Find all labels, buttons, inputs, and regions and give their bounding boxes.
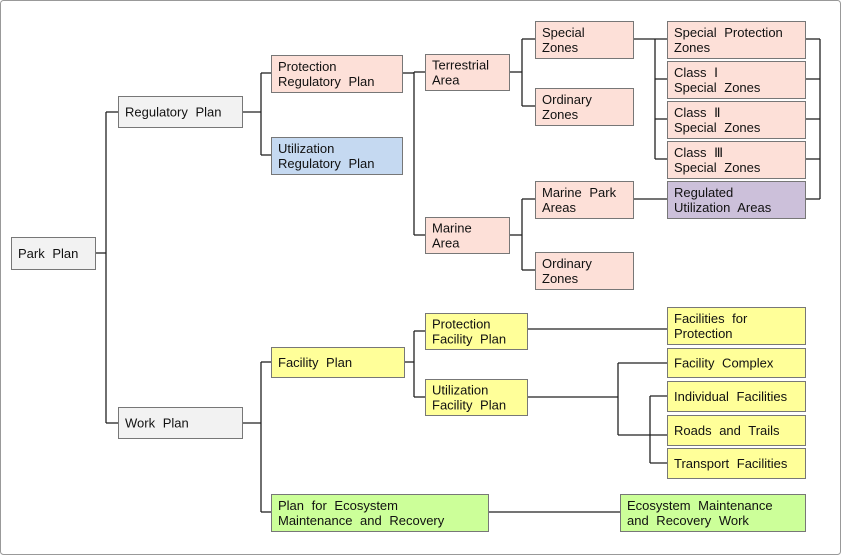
node-label: Class Ⅱ xyxy=(674,105,721,120)
node-roads-and-trails: Roads and Trails xyxy=(667,415,806,446)
node-class-2-special-zones: Class ⅡSpecial Zones xyxy=(667,101,806,139)
node-marine-park-areas: Marine ParkAreas xyxy=(535,181,634,219)
node-park-plan: Park Plan xyxy=(11,237,96,270)
node-label: Marine xyxy=(432,221,472,236)
node-special-zones: SpecialZones xyxy=(535,21,634,59)
node-label: Special Zones xyxy=(674,120,761,135)
node-label: Zones xyxy=(542,40,579,55)
node-label: Zones xyxy=(542,271,579,286)
node-utilization-facility-plan: UtilizationFacility Plan xyxy=(425,379,528,416)
node-transport-facilities: Transport Facilities xyxy=(667,448,806,479)
node-plan-for-ecosystem: Plan for EcosystemMaintenance and Recove… xyxy=(271,494,489,532)
node-label: Ecosystem Maintenance xyxy=(627,498,773,513)
node-utilization-regulatory-plan: UtilizationRegulatory Plan xyxy=(271,137,403,175)
node-label: Work Plan xyxy=(125,416,189,431)
node-label: Areas xyxy=(542,200,576,215)
node-label: Transport Facilities xyxy=(674,456,788,471)
node-label: Special Protection xyxy=(674,25,783,40)
node-label: Regulated xyxy=(674,185,733,200)
node-label: Facility Complex xyxy=(674,356,774,371)
node-label: Class Ⅲ xyxy=(674,145,723,160)
node-label: Regulatory Plan xyxy=(125,105,222,120)
diagram-canvas: Park Plan Regulatory Plan Work Plan Protect… xyxy=(0,0,841,555)
node-ordinary-zones-terrestrial: OrdinaryZones xyxy=(535,88,634,126)
park-plan-diagram: Park Plan Regulatory Plan Work Plan Protect… xyxy=(0,0,841,555)
node-facility-plan: Facility Plan xyxy=(271,347,405,378)
node-label: Utilization xyxy=(432,383,488,398)
node-regulated-utilization-areas: RegulatedUtilization Areas xyxy=(667,181,806,219)
node-label: Utilization Areas xyxy=(674,200,772,215)
node-label: Zones xyxy=(674,40,711,55)
node-ecosystem-maintenance-work: Ecosystem Maintenanceand Recovery Work xyxy=(620,494,806,532)
node-label: Protection xyxy=(278,59,337,74)
node-individual-facilities: Individual Facilities xyxy=(667,381,806,412)
node-label: Protection xyxy=(674,326,733,341)
node-label: Regulatory Plan xyxy=(278,74,375,89)
node-label: Park Plan xyxy=(18,246,78,261)
node-label: and Recovery Work xyxy=(627,513,749,528)
node-label: Facility Plan xyxy=(432,332,506,347)
node-facility-complex: Facility Complex xyxy=(667,348,806,378)
node-label: Plan for Ecosystem xyxy=(278,498,398,513)
node-class-1-special-zones: Class ⅠSpecial Zones xyxy=(667,61,806,99)
node-label: Individual Facilities xyxy=(674,389,788,404)
node-label: Special Zones xyxy=(674,160,761,175)
node-label: Class Ⅰ xyxy=(674,65,718,80)
node-label: Ordinary xyxy=(542,92,592,107)
node-class-3-special-zones: Class ⅢSpecial Zones xyxy=(667,141,806,179)
node-protection-regulatory-plan: ProtectionRegulatory Plan xyxy=(271,55,403,93)
node-facilities-for-protection: Facilities forProtection xyxy=(667,307,806,345)
node-label: Area xyxy=(432,73,460,88)
node-label: Roads and Trails xyxy=(674,423,780,438)
node-work-plan: Work Plan xyxy=(118,407,243,439)
node-label: Area xyxy=(432,236,460,251)
node-label: Regulatory Plan xyxy=(278,156,375,171)
node-label: Protection xyxy=(432,317,491,332)
node-label: Facility Plan xyxy=(278,355,352,370)
node-protection-facility-plan: ProtectionFacility Plan xyxy=(425,313,528,350)
node-special-protection-zones: Special ProtectionZones xyxy=(667,21,806,59)
node-label: Terrestrial xyxy=(432,58,489,73)
node-label: Maintenance and Recovery xyxy=(278,513,445,528)
node-label: Marine Park xyxy=(542,185,617,200)
node-label: Special xyxy=(542,25,585,40)
node-label: Special Zones xyxy=(674,80,761,95)
node-label: Facility Plan xyxy=(432,398,506,413)
node-regulatory-plan: Regulatory Plan xyxy=(118,96,243,128)
node-ordinary-zones-marine: OrdinaryZones xyxy=(535,252,634,290)
node-marine-area: MarineArea xyxy=(425,217,510,254)
node-label: Ordinary xyxy=(542,256,592,271)
node-label: Zones xyxy=(542,107,579,122)
node-label: Utilization xyxy=(278,141,334,156)
node-terrestrial-area: TerrestrialArea xyxy=(425,54,510,91)
node-label: Facilities for xyxy=(674,311,748,326)
